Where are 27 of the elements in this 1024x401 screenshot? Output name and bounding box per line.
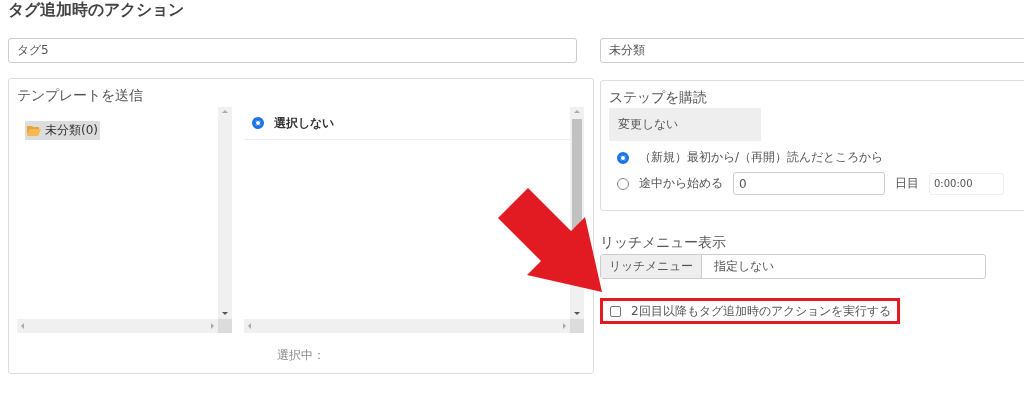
scrollbar-corner [218,319,232,333]
folder-item[interactable]: 未分類(0) [25,121,100,140]
scrollbar-corner [570,319,584,333]
horizontal-scrollbar[interactable] [244,319,570,333]
section-heading: ステップを購読 [609,88,707,106]
rich-menu-select[interactable]: リッチメニュー 指定しない [600,254,986,279]
time-field[interactable]: 0:00:00 [929,172,1004,195]
horizontal-scrollbar[interactable] [17,319,218,333]
radio-button[interactable] [617,151,629,164]
day-unit: 日目 [895,175,919,192]
page-title: タグ追加時のアクション [8,0,184,20]
option-label: 途中から始める [639,175,723,192]
folder-icon [27,125,41,136]
option-label: （新規）最初から/（再開）読んだところから [639,149,884,166]
step-select[interactable]: 変更しない [609,108,761,141]
input-addon: リッチメニュー [601,255,702,278]
day-field[interactable]: 0 [733,172,885,195]
checkbox[interactable] [610,305,621,317]
vertical-scrollbar[interactable] [218,107,232,319]
template-option[interactable]: 選択しない [244,107,570,140]
checkbox-label: 2回目以降もタグ追加時のアクションを実行する [631,302,891,320]
tag-name-field[interactable]: タグ5 [8,38,577,63]
select-value: 指定しない [713,258,774,275]
section-heading: テンプレートを送信 [17,86,143,104]
category-field[interactable]: 未分類 [600,38,1024,63]
selection-label: 選択中： [277,347,325,364]
section-heading: リッチメニュー表示 [600,233,726,251]
